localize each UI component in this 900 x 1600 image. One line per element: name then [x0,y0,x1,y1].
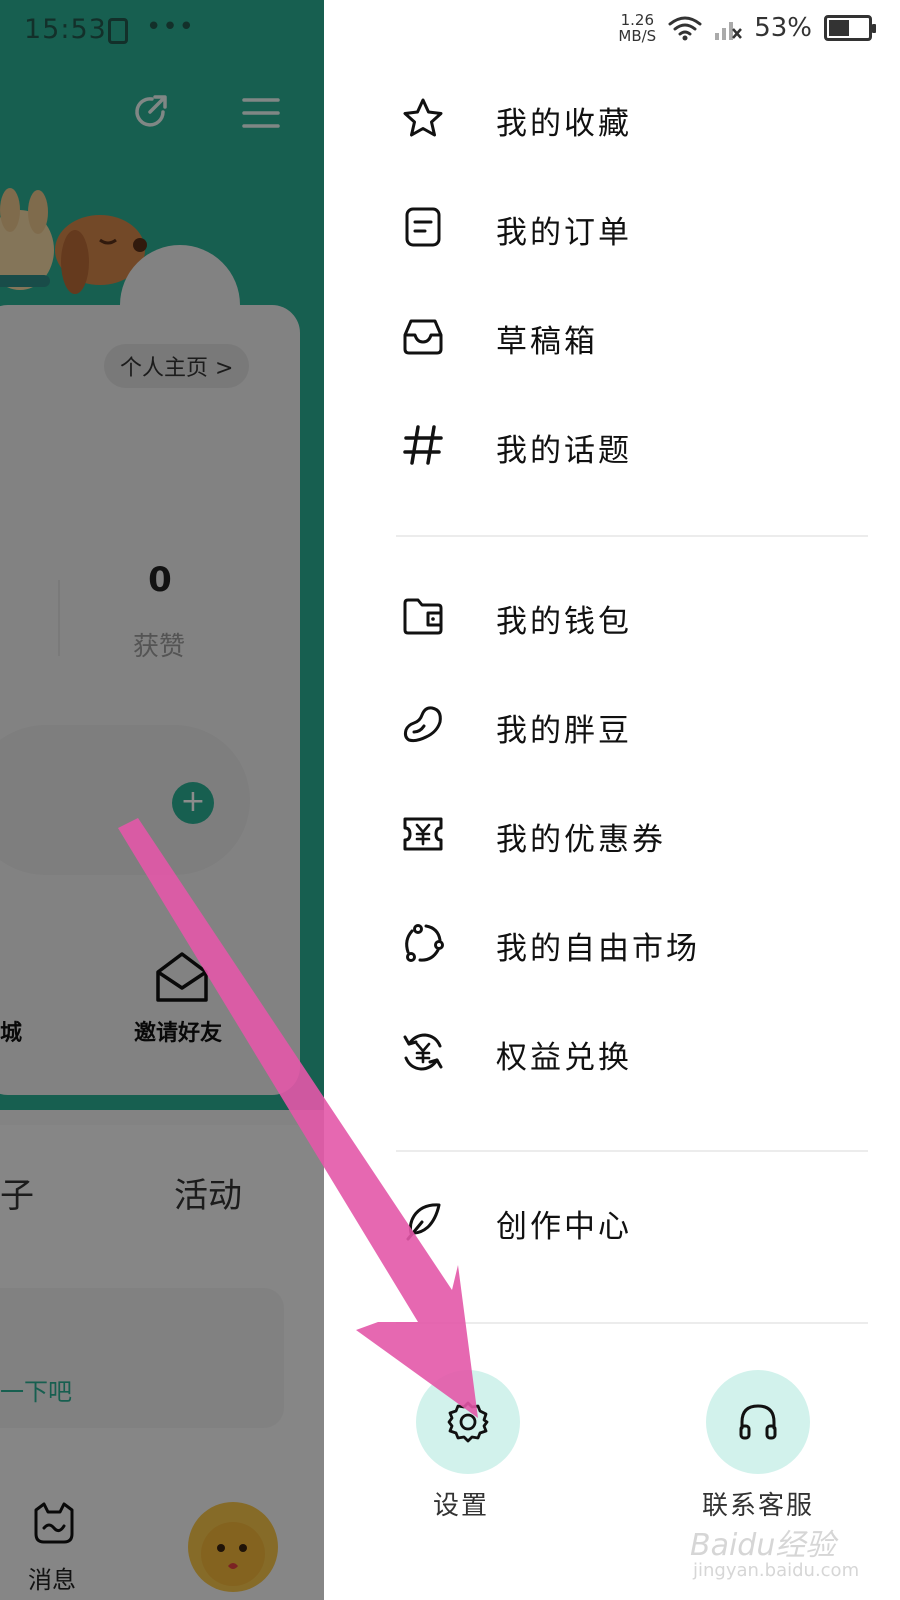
network-speed: 1.26 MB/S [618,12,656,44]
menu-item-beans[interactable]: 我的胖豆 [324,669,900,779]
battery-percent: 53% [754,13,812,43]
coupon-icon [403,817,443,851]
menu-item-label: 我的胖豆 [496,713,632,749]
settings-button[interactable] [416,1370,520,1474]
battery-icon [824,15,876,41]
star-icon [403,98,443,137]
menu-item-label: 权益兑换 [496,1040,632,1076]
menu-item-label: 我的优惠券 [496,822,666,858]
gear-icon [447,1401,489,1443]
bean-icon [403,706,442,743]
exchange-icon [403,1033,443,1071]
inbox-icon [403,319,443,355]
headphones-icon [739,1404,777,1440]
customer-service-label[interactable]: 联系客服 [702,1485,814,1522]
menu-item-label: 我的订单 [496,215,632,251]
menu-item-orders[interactable]: 我的订单 [324,171,900,281]
wifi-icon [668,16,702,41]
status-bar-right: 1.26 MB/S 53% [618,12,876,44]
side-drawer: 1.26 MB/S 53% 我的收藏 我的订单 草稿箱 我的话题 我的钱包 我的… [324,0,900,1600]
market-icon [405,924,444,962]
order-icon [405,207,441,247]
menu-item-rights-exchange[interactable]: 权益兑换 [324,996,900,1106]
menu-item-market[interactable]: 我的自由市场 [324,887,900,997]
menu-divider [396,1322,868,1324]
settings-label[interactable]: 设置 [433,1485,489,1522]
menu-item-label: 创作中心 [496,1209,632,1245]
menu-divider [396,1150,868,1152]
menu-item-creator-center[interactable]: 创作中心 [324,1165,900,1275]
wallet-icon [403,598,443,635]
feather-icon [406,1203,441,1241]
baidu-watermark-url: jingyan.baidu.com [693,1560,860,1581]
menu-item-label: 我的自由市场 [496,931,700,967]
menu-item-favorites[interactable]: 我的收藏 [324,62,900,172]
background-app: 15:53 ••• 个人主页 > 0 获赞 + 城 邀请好友 子 活动 一下吧 … [0,0,324,1600]
menu-item-coupons[interactable]: 我的优惠券 [324,778,900,888]
dim-overlay[interactable] [0,0,324,1600]
baidu-watermark: Baidu经验 [690,1528,836,1563]
network-speed-value: 1.26 [620,11,654,29]
menu-item-topics[interactable]: 我的话题 [324,389,900,499]
customer-service-button[interactable] [706,1370,810,1474]
menu-divider [396,535,868,537]
cellular-signal-icon [715,22,743,40]
network-speed-unit: MB/S [618,27,657,45]
hashtag-icon [403,425,443,465]
menu-item-wallet[interactable]: 我的钱包 [324,560,900,670]
menu-item-label: 我的钱包 [496,604,632,640]
menu-item-label: 我的话题 [496,433,632,469]
menu-item-label: 草稿箱 [496,324,598,360]
menu-item-drafts[interactable]: 草稿箱 [324,280,900,390]
menu-item-label: 我的收藏 [496,106,632,142]
